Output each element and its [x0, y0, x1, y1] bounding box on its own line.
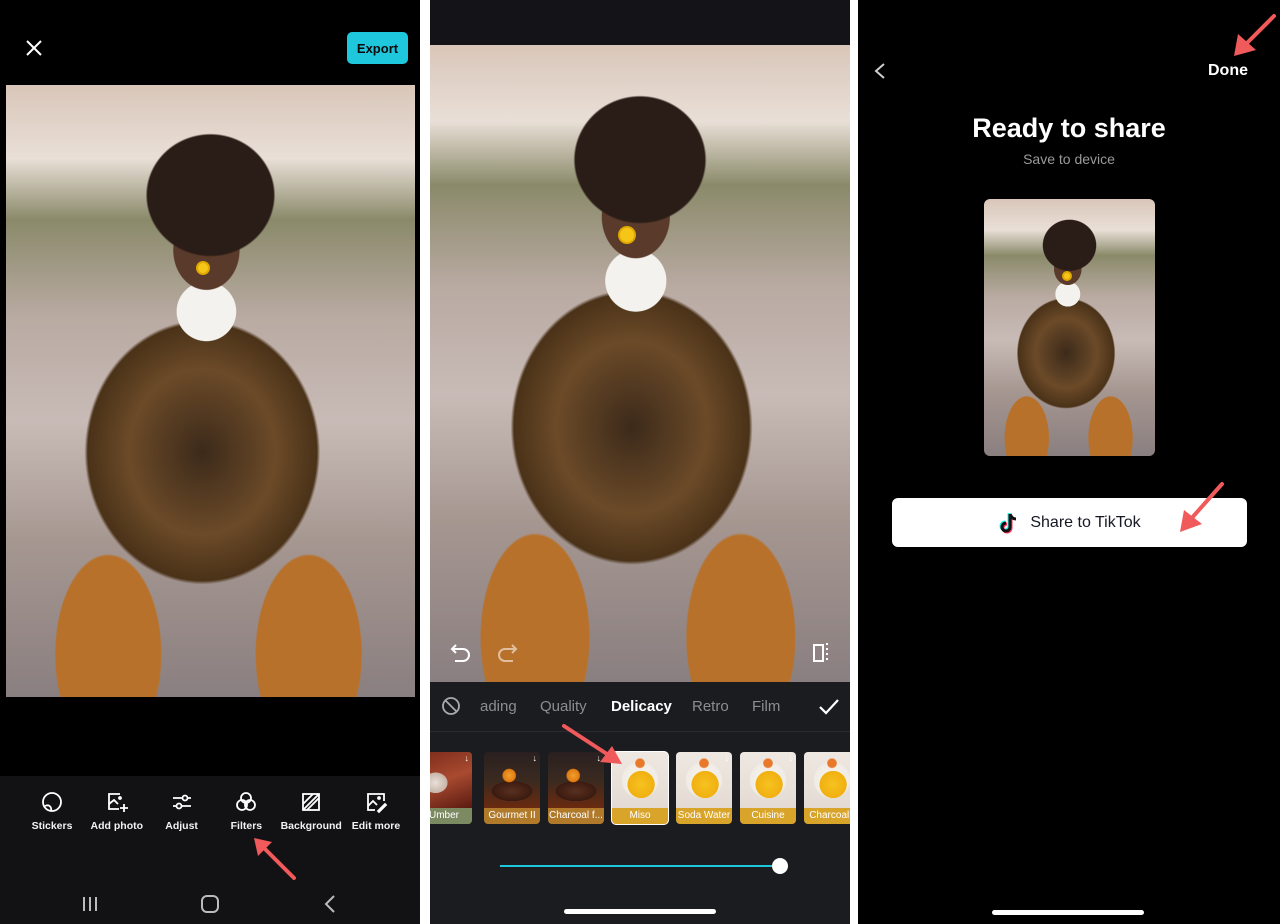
toolbar-label: Add photo: [90, 820, 144, 832]
filter-preview-image: [804, 752, 850, 808]
photo-canvas[interactable]: [6, 85, 415, 697]
toolbar-filters[interactable]: Filters: [216, 790, 276, 832]
redo-button[interactable]: [496, 642, 518, 669]
filters-icon: [236, 792, 257, 811]
toolbar-edit-more[interactable]: Edit more: [346, 790, 406, 832]
system-nav-bar: [0, 886, 420, 922]
download-icon: ↓: [724, 753, 730, 763]
filter-label: Miso: [612, 808, 668, 824]
toolbar-background[interactable]: Background: [280, 790, 342, 832]
top-bar: [430, 0, 850, 45]
filter-label: Umber: [430, 808, 472, 824]
filter-preview-image: [612, 752, 668, 808]
share-screen: Done Ready to share Save to device Share…: [858, 0, 1280, 924]
download-icon: ↓: [596, 753, 602, 763]
photo-preview[interactable]: [430, 45, 850, 682]
recent-apps-icon: [83, 897, 97, 911]
filter-label: Soda Water: [676, 808, 732, 824]
adjust-icon: [172, 794, 191, 810]
tab-retro[interactable]: Retro: [692, 698, 729, 715]
no-filter-icon[interactable]: [441, 696, 461, 716]
photo-detail: [1064, 273, 1070, 279]
filter-charcoal-f[interactable]: ↓ Charcoal f...: [548, 752, 604, 824]
edit-more-icon: [367, 793, 388, 814]
filter-miso[interactable]: Miso: [611, 751, 669, 825]
toolbar-label: Background: [280, 820, 342, 832]
home-icon: [201, 895, 219, 913]
share-to-tiktok-button[interactable]: Share to TikTok: [892, 498, 1247, 547]
back-button[interactable]: [315, 892, 345, 916]
add-photo-icon: [107, 793, 128, 812]
slider-knob[interactable]: [772, 858, 788, 874]
redo-icon: [498, 644, 518, 662]
filter-category-tabs: ading Quality Delicacy Retro Film: [430, 682, 850, 732]
page-title: Ready to share: [972, 113, 1166, 143]
export-button[interactable]: Export: [347, 32, 408, 64]
tab-film[interactable]: Film: [752, 698, 780, 715]
save-status: Save to device: [1023, 151, 1115, 167]
filter-label: Charcoal f: [804, 808, 850, 824]
close-button[interactable]: [24, 38, 44, 58]
toolbar-stickers[interactable]: Stickers: [22, 790, 82, 832]
filters-screen: ading Quality Delicacy Retro Film ↓ Umbe…: [430, 0, 850, 924]
undo-button[interactable]: [450, 642, 472, 669]
download-icon: ↓: [532, 753, 538, 763]
done-button[interactable]: Done: [1208, 62, 1248, 80]
back-icon: [324, 895, 335, 913]
toolbar-label: Edit more: [351, 820, 401, 832]
home-indicator[interactable]: [992, 910, 1144, 915]
tab-quality[interactable]: Quality: [540, 698, 587, 715]
background-icon: [302, 793, 321, 811]
toolbar-label: Adjust: [165, 820, 198, 832]
undo-icon: [450, 644, 470, 662]
toolbar-label: Filters: [230, 820, 263, 832]
sticker-icon: [42, 792, 62, 812]
filter-cuisine[interactable]: ↓ Cuisine: [740, 752, 796, 824]
toolbar-adjust[interactable]: Adjust: [152, 790, 212, 832]
filter-thumbnail-strip: ↓ Umber ↓ Gourmet II ↓ Charcoal f... Mis…: [430, 751, 850, 825]
close-icon: [26, 40, 42, 56]
editor-screen: Export Stickers Add photo Adjust Filters: [0, 0, 420, 924]
tiktok-logo-icon: [999, 512, 1017, 533]
filter-label: Cuisine: [740, 808, 796, 824]
toolbar-label: Stickers: [31, 820, 73, 832]
home-button[interactable]: [195, 892, 225, 916]
tab-trending[interactable]: ading: [480, 698, 517, 715]
filter-umber[interactable]: ↓ Umber: [430, 752, 472, 824]
compare-icon: [813, 643, 828, 663]
filter-label: Gourmet II: [484, 808, 540, 824]
filter-intensity-slider[interactable]: [500, 856, 788, 876]
home-indicator[interactable]: [564, 909, 716, 914]
apply-check-icon[interactable]: [818, 697, 840, 717]
photo-detail: [198, 263, 208, 273]
filter-label: Charcoal f...: [548, 808, 604, 824]
bottom-toolbar: Stickers Add photo Adjust Filters Backgr…: [0, 776, 420, 924]
filter-charcoal-f-2[interactable]: Charcoal f: [804, 752, 850, 824]
toolbar-add-photo[interactable]: Add photo: [87, 790, 147, 832]
download-icon: ↓: [788, 753, 794, 763]
photo-detail: [620, 228, 634, 242]
annotation-arrow-icon: [1234, 14, 1276, 56]
export-preview-thumbnail: [984, 199, 1155, 456]
recent-apps-button[interactable]: [75, 892, 105, 916]
share-button-label: Share to TikTok: [1030, 513, 1141, 531]
filter-gourmet-ii[interactable]: ↓ Gourmet II: [484, 752, 540, 824]
back-chevron-icon[interactable]: [872, 62, 888, 80]
download-icon: ↓: [464, 753, 470, 763]
compare-button[interactable]: [812, 641, 834, 670]
tab-delicacy[interactable]: Delicacy: [611, 698, 672, 715]
slider-fill: [500, 865, 780, 867]
filter-soda-water[interactable]: ↓ Soda Water: [676, 752, 732, 824]
